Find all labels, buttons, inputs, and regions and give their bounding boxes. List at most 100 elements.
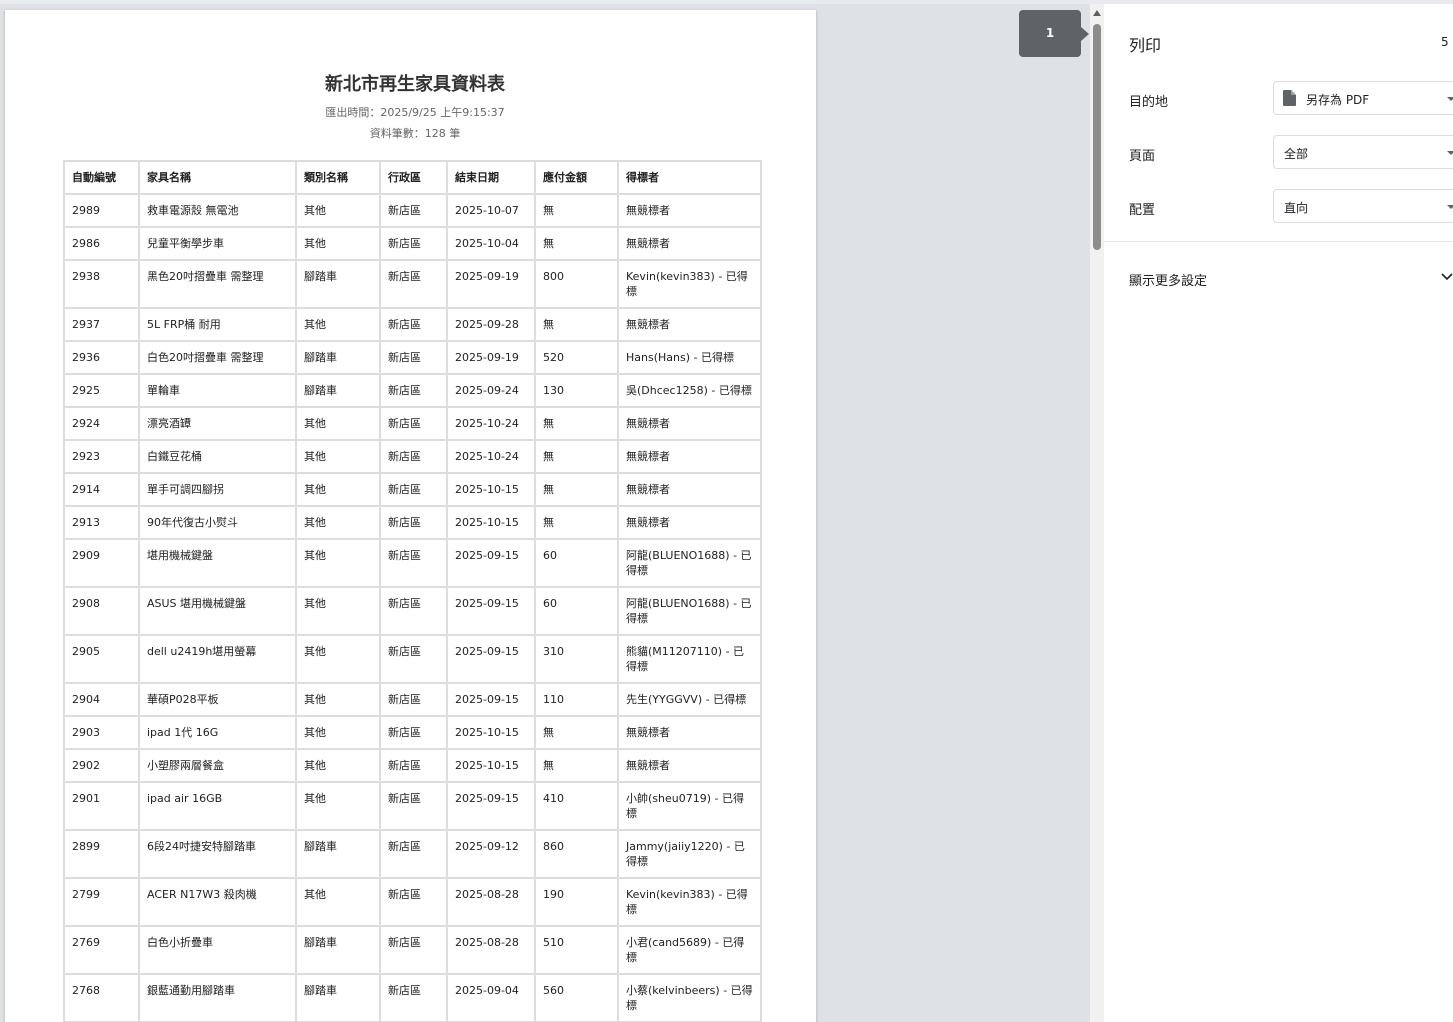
chevron-down-icon[interactable]	[1440, 270, 1453, 284]
pages-label: 頁面	[1129, 149, 1156, 164]
cell-district: 新店區	[379, 781, 448, 831]
destination-select[interactable]: 另存為 PDF	[1273, 81, 1453, 115]
cell-name: 小塑膠兩層餐盒	[138, 748, 297, 783]
cell-district: 新店區	[379, 439, 448, 474]
cell-id: 2799	[63, 877, 140, 927]
cell-id: 2899	[63, 829, 140, 879]
cell-district: 新店區	[379, 925, 448, 975]
cell-name: 5L FRP桶 耐用	[138, 307, 297, 342]
cell-winner: 無競標者	[617, 226, 762, 261]
header-amount: 應付金額	[534, 160, 619, 195]
cell-end-date: 2025-09-19	[446, 340, 536, 375]
cell-id: 2901	[63, 781, 140, 831]
cell-end-date: 2025-09-15	[446, 781, 536, 831]
cell-id: 2904	[63, 682, 140, 717]
cell-id: 2914	[63, 472, 140, 507]
cell-amount: 無	[534, 715, 619, 750]
cell-amount: 60	[534, 586, 619, 636]
cell-id: 2768	[63, 973, 140, 1022]
cell-end-date: 2025-09-15	[446, 538, 536, 588]
dropdown-caret-icon	[1447, 205, 1453, 209]
page-number-badge[interactable]: 1	[1019, 10, 1089, 57]
cell-end-date: 2025-09-24	[446, 373, 536, 408]
cell-winner: 無競標者	[617, 406, 762, 441]
table-row: 2768 銀藍通勤用腳踏車 腳踏車 新店區 2025-09-04 560 小蔡(kelvin…	[63, 973, 762, 1022]
cell-category: 其他	[295, 715, 381, 750]
cell-district: 新店區	[379, 877, 448, 927]
more-settings-toggle[interactable]: 顯示更多設定	[1129, 270, 1207, 289]
cell-district: 新店區	[379, 226, 448, 261]
cell-id: 2908	[63, 586, 140, 636]
header-id: 自動編號	[63, 160, 140, 195]
cell-name: dell u2419h堪用螢幕	[138, 634, 297, 684]
cell-amount: 無	[534, 748, 619, 783]
table-row: 2989 救車電源殼 無電池 其他 新店區 2025-10-07 無無競標者	[63, 193, 762, 228]
cell-id: 2913	[63, 505, 140, 540]
cell-district: 新店區	[379, 472, 448, 507]
cell-name: 銀藍通勤用腳踏車	[138, 973, 297, 1022]
cell-winner: 無競標者	[617, 472, 762, 507]
cell-district: 新店區	[379, 973, 448, 1022]
cell-name: 白色20吋摺疊車 需整理	[138, 340, 297, 375]
pages-select[interactable]: 全部	[1273, 135, 1453, 169]
cell-end-date: 2025-10-07	[446, 193, 536, 228]
cell-category: 腳踏車	[295, 259, 381, 309]
document-title: 新北市再生家具資料表	[325, 74, 505, 95]
cell-end-date: 2025-10-24	[446, 406, 536, 441]
cell-end-date: 2025-09-04	[446, 973, 536, 1022]
table-row: 2902 小塑膠兩層餐盒 其他 新店區 2025-10-15 無無競標者	[63, 748, 762, 783]
cell-amount: 110	[534, 682, 619, 717]
table-row: 2923 白鐵豆花桶 其他 新店區 2025-10-24 無無競標者	[63, 439, 762, 474]
furniture-table: 自動編號 家具名稱 類別名稱 行政區 結束日期 應付金額 得標者 2989 救車電…	[63, 160, 762, 1022]
table-row: 2913 90年代復古小熨斗 其他 新店區 2025-10-15 無無競標者	[63, 505, 762, 540]
cell-district: 新店區	[379, 505, 448, 540]
cell-category: 腳踏車	[295, 373, 381, 408]
cell-category: 腳踏車	[295, 829, 381, 879]
preview-scrollbar[interactable]	[1090, 4, 1104, 1022]
cell-winner: 小帥(sheu0719) - 已得標	[617, 781, 762, 831]
cell-winner: 小蔡(kelvinbeers) - 已得標	[617, 973, 762, 1022]
layout-value: 直向	[1284, 201, 1309, 215]
cell-end-date: 2025-10-15	[446, 505, 536, 540]
cell-amount: 60	[534, 538, 619, 588]
cell-district: 新店區	[379, 682, 448, 717]
cell-district: 新店區	[379, 193, 448, 228]
cell-amount: 130	[534, 373, 619, 408]
table-row: 2914 單手可調四腳拐 其他 新店區 2025-10-15 無無競標者	[63, 472, 762, 507]
header-district: 行政區	[379, 160, 448, 195]
cell-name: ASUS 堪用機械鍵盤	[138, 586, 297, 636]
cell-end-date: 2025-09-28	[446, 307, 536, 342]
cell-id: 2923	[63, 439, 140, 474]
cell-amount: 510	[534, 925, 619, 975]
cell-end-date: 2025-09-19	[446, 259, 536, 309]
header-category: 類別名稱	[295, 160, 381, 195]
divider	[1104, 241, 1453, 242]
cell-winner: Kevin(kevin383) - 已得標	[617, 877, 762, 927]
cell-winner: 無競標者	[617, 307, 762, 342]
table-row: 2925 單輪車 腳踏車 新店區 2025-09-24 130 吳(Dhcec1258) -…	[63, 373, 762, 408]
cell-winner: 阿龍(BLUENO1688) - 已得標	[617, 538, 762, 588]
table-row: 2799 ACER N17W3 殺肉機 其他 新店區 2025-08-28 190 Kevi…	[63, 877, 762, 927]
dropdown-caret-icon	[1447, 151, 1453, 155]
layout-select[interactable]: 直向	[1273, 189, 1453, 223]
cell-id: 2905	[63, 634, 140, 684]
scroll-up-arrow-icon[interactable]	[1093, 10, 1101, 16]
cell-amount: 860	[534, 829, 619, 879]
scrollbar-thumb[interactable]	[1093, 24, 1101, 250]
cell-winner: 先生(YYGGVV) - 已得標	[617, 682, 762, 717]
cell-amount: 無	[534, 193, 619, 228]
cell-name: 單手可調四腳拐	[138, 472, 297, 507]
table-row: 2938 黑色20吋摺疊車 需整理 腳踏車 新店區 2025-09-19 800 Kevin…	[63, 259, 762, 309]
cell-category: 其他	[295, 877, 381, 927]
cell-category: 腳踏車	[295, 925, 381, 975]
cell-category: 其他	[295, 307, 381, 342]
cell-amount: 無	[534, 406, 619, 441]
layout-label: 配置	[1129, 203, 1156, 218]
header-name: 家具名稱	[138, 160, 297, 195]
cell-name: 兒童平衡學步車	[138, 226, 297, 261]
cell-category: 其他	[295, 781, 381, 831]
cell-id: 2989	[63, 193, 140, 228]
cell-winner: 熊貓(M11207110) - 已得標	[617, 634, 762, 684]
cell-category: 其他	[295, 682, 381, 717]
cell-id: 2938	[63, 259, 140, 309]
